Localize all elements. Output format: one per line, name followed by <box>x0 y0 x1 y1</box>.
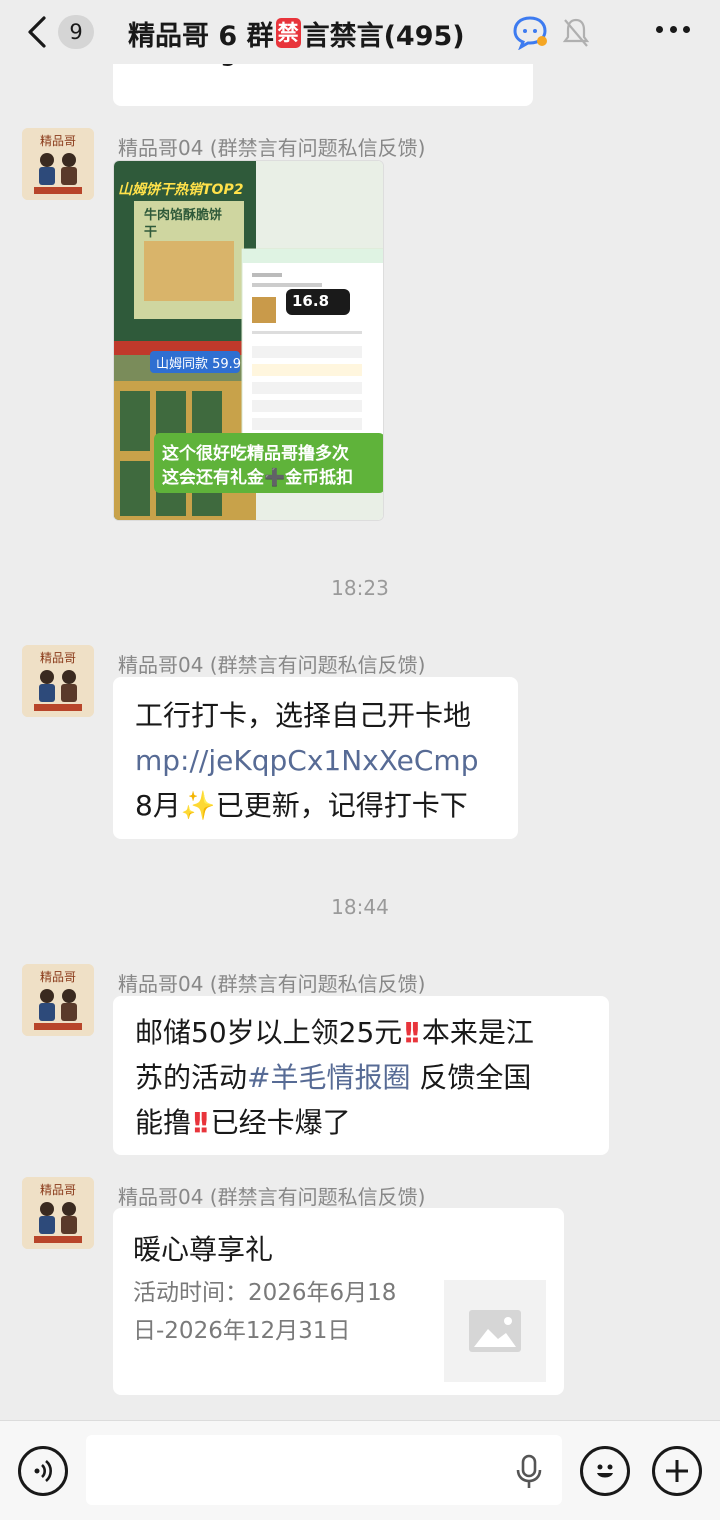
product-price: 16.8 <box>292 292 330 310</box>
chat-header: 9 精品哥 6 群禁言禁言(495) <box>0 0 720 64</box>
plus-icon[interactable] <box>652 1446 702 1496</box>
message-text: 8月✨已更新，记得打卡下 <box>135 789 468 822</box>
input-bar <box>0 1420 720 1520</box>
card-thumbnail-image-icon <box>444 1280 546 1382</box>
forbid-emoji-icon: 禁 <box>275 18 301 48</box>
svg-text:精品哥: 精品哥 <box>40 651 76 665</box>
back-chevron-icon[interactable] <box>24 14 50 50</box>
message-text: 工行打卡，选择自己开卡地 <box>135 699 472 732</box>
avatar[interactable]: 精品哥 <box>22 964 94 1036</box>
svg-text:精品哥: 精品哥 <box>40 1183 76 1197</box>
svg-text:精品哥: 精品哥 <box>40 134 76 148</box>
bell-muted-icon <box>560 14 592 50</box>
message-input[interactable] <box>86 1435 562 1505</box>
chat-title[interactable]: 精品哥 6 群禁言禁言(495) <box>128 13 508 53</box>
card-description: 活动时间：2026年6月18 日-2026年12月31日 <box>133 1280 397 1344</box>
sender-name: 精品哥04 (群禁言有问题私信反馈) <box>118 653 426 677</box>
message-text: 邮储50岁以上领25元!! 本来是江 <box>135 1016 534 1049</box>
star-emoji-icon: ✨ <box>180 789 216 822</box>
sender-name: 精品哥04 (群禁言有问题私信反馈) <box>118 136 426 160</box>
double-exclamation-icon: !! <box>402 1016 421 1049</box>
timestamp: 18:23 <box>331 576 389 600</box>
caption-line-1: 这个很好吃精品哥撸多次 <box>162 444 349 464</box>
chat-assistant-icon[interactable] <box>512 14 550 51</box>
product-box-text: 牛肉馅酥脆饼干 <box>144 208 223 240</box>
message-link[interactable]: mp://jeKqpCx1NxXeCmp <box>135 738 496 783</box>
timestamp: 18:44 <box>331 895 389 919</box>
product-image[interactable]: 山姆饼干热销TOP2 牛肉馅酥脆饼干 山姆同款 59.9 16.8 这个很好吃精… <box>113 160 384 521</box>
message-bubble[interactable]: 工行打卡，选择自己开卡地 mp://jeKqpCx1NxXeCmp 8月✨已更新… <box>113 677 518 839</box>
message-text: 能撸!! 已经卡爆了 <box>135 1106 351 1139</box>
same-price-tag: 山姆同款 59.9 <box>156 357 242 372</box>
hashtag-link[interactable]: #羊毛情报圈 <box>247 1061 410 1094</box>
chat-area[interactable]: //00DIgx21lx17.// MU3183 精品哥 精品哥04 (群禁言有… <box>0 0 720 1420</box>
emoji-icon[interactable] <box>580 1446 630 1496</box>
message-bubble[interactable]: 邮储50岁以上领25元!! 本来是江 苏的活动#羊毛情报圈 反馈全国 能撸!! 已经… <box>113 996 609 1155</box>
sender-name: 精品哥04 (群禁言有问题私信反馈) <box>118 1185 426 1209</box>
avatar[interactable]: 精品哥 <box>22 1177 94 1249</box>
avatar[interactable]: 精品哥 <box>22 645 94 717</box>
avatar[interactable]: 精品哥 <box>22 128 94 200</box>
unread-count-badge[interactable]: 9 <box>58 15 94 49</box>
more-dots-icon[interactable] <box>656 26 690 36</box>
caption-line-2: 这会还有礼金➕金币抵扣 <box>162 468 354 488</box>
sender-name: 精品哥04 (群禁言有问题私信反馈) <box>118 972 426 996</box>
double-exclamation-icon: !! <box>191 1106 210 1139</box>
voice-mode-icon[interactable] <box>18 1446 68 1496</box>
svg-text:精品哥: 精品哥 <box>40 970 76 984</box>
product-banner: 山姆饼干热销TOP2 <box>118 182 244 198</box>
microphone-icon[interactable] <box>512 1453 546 1491</box>
card-title: 暖心尊享礼 <box>133 1233 274 1266</box>
message-text: 苏的活动#羊毛情报圈 反馈全国 <box>135 1061 532 1094</box>
